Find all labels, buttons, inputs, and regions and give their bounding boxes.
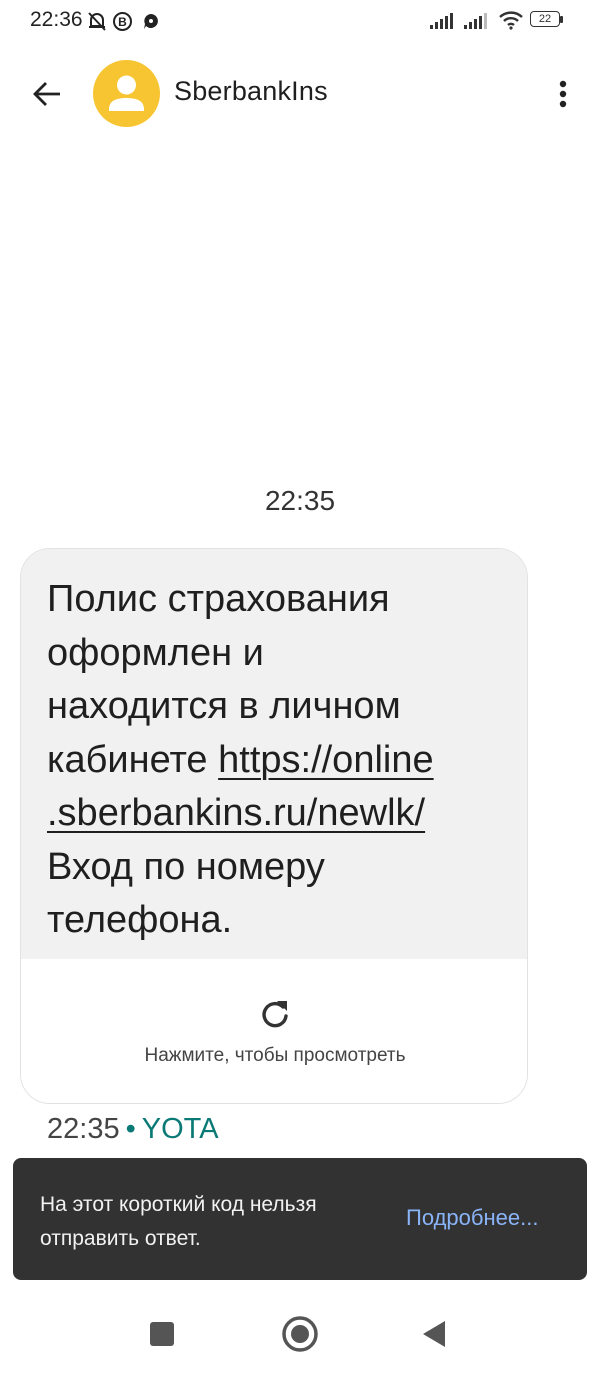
message-link[interactable]: https://online xyxy=(218,739,433,781)
snackbar-details-button[interactable]: Подробнее... xyxy=(406,1205,538,1231)
svg-text:B: B xyxy=(118,15,127,29)
conversation-title: SberbankIns xyxy=(174,76,328,106)
signal-icon xyxy=(464,13,487,29)
home-button[interactable] xyxy=(278,1312,322,1356)
more-vert-icon xyxy=(559,80,567,108)
message-line: .sberbankins.ru/newlk/ xyxy=(47,787,527,841)
message-meta: 22:35 • YOTA xyxy=(47,1113,219,1146)
message-line: кабинете https://online xyxy=(47,734,527,788)
snackbar: На этот короткий код нельзя отправить от… xyxy=(13,1158,587,1280)
back-button[interactable] xyxy=(22,72,72,116)
status-bar: 22:36 B 22 xyxy=(0,0,600,46)
message-link-continued[interactable]: .sberbankins.ru/newlk/ xyxy=(47,792,425,834)
message-text: Полис страхования оформлен и находится в… xyxy=(21,549,527,959)
message-line: находится в личном xyxy=(47,685,401,727)
avatar-person-icon xyxy=(109,75,144,111)
chat-bubble-icon xyxy=(144,14,158,29)
message-line: телефона. xyxy=(47,899,233,941)
contact-avatar[interactable] xyxy=(93,60,160,127)
link-preview-card[interactable]: Нажмите, чтобы просмотреть xyxy=(21,959,527,1103)
b-badge-icon: B xyxy=(113,12,132,31)
preview-label: Нажмите, чтобы просмотреть xyxy=(144,1045,406,1066)
recents-button[interactable] xyxy=(140,1312,184,1356)
carrier-label: YOTA xyxy=(141,1113,219,1145)
message-line: Полис страхования xyxy=(47,578,390,620)
message-date-header: 22:35 xyxy=(264,485,336,516)
signal-icon xyxy=(430,13,453,29)
snackbar-message: На этот короткий код нельзя отправить от… xyxy=(40,1193,317,1250)
mute-bell-icon xyxy=(88,12,106,31)
home-circle-icon xyxy=(282,1316,318,1352)
recents-square-icon xyxy=(150,1322,174,1346)
system-nav-bar xyxy=(0,1294,600,1373)
message-line-text: кабинете xyxy=(47,738,219,781)
battery-icon: 22 xyxy=(530,11,564,29)
message-line: оформлен и xyxy=(47,631,264,674)
meta-separator: • xyxy=(125,1113,136,1145)
more-options-button[interactable] xyxy=(545,72,581,116)
message-bubble[interactable]: Полис страхования оформлен и находится в… xyxy=(20,548,528,1104)
battery-level: 22 xyxy=(538,13,552,25)
refresh-icon xyxy=(262,1001,288,1028)
back-arrow-icon xyxy=(33,82,60,106)
back-triangle-icon xyxy=(423,1321,445,1347)
status-time: 22:36 xyxy=(30,8,83,31)
nav-back-button[interactable] xyxy=(412,1312,456,1356)
message-time: 22:35 xyxy=(47,1113,120,1145)
message-line: Вход по номеру xyxy=(47,845,325,888)
wifi-icon xyxy=(499,11,523,30)
